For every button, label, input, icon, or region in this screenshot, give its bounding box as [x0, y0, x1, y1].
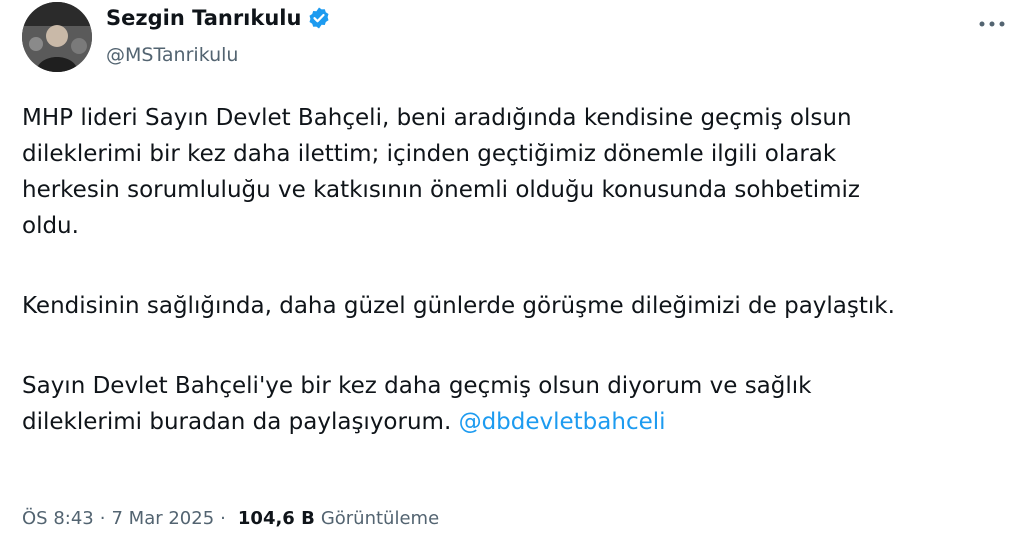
- more-options-icon[interactable]: [974, 14, 1010, 34]
- avatar-photo: [22, 2, 92, 72]
- tweet-time[interactable]: ÖS 8:43: [22, 508, 94, 529]
- avatar[interactable]: [22, 2, 92, 72]
- separator: ·: [220, 508, 226, 529]
- author-name[interactable]: Sezgin Tanrıkulu: [106, 6, 301, 30]
- tweet-date[interactable]: 7 Mar 2025: [111, 508, 214, 529]
- verified-badge-icon: [307, 6, 331, 30]
- author-handle[interactable]: @MSTanrikulu: [106, 44, 238, 66]
- views-count: 104,6 B: [237, 508, 315, 529]
- tweet-metadata: ÖS 8:43 · 7 Mar 2025 · 104,6 B Görüntüle…: [22, 508, 439, 529]
- tweet-paragraph-3: Sayın Devlet Bahçeli'ye bir kez daha geç…: [22, 368, 1012, 440]
- tweet-paragraph-1: MHP lideri Sayın Devlet Bahçeli, beni ar…: [22, 105, 860, 239]
- separator: ·: [99, 508, 106, 529]
- views-label: Görüntüleme: [320, 508, 440, 529]
- tweet-text: MHP lideri Sayın Devlet Bahçeli, beni ar…: [22, 100, 1012, 440]
- mention-link[interactable]: @dbdevletbahceli: [459, 409, 666, 435]
- tweet-paragraph-2: Kendisinin sağlığında, daha güzel günler…: [22, 293, 895, 319]
- tweet-paragraph-3-text: Sayın Devlet Bahçeli'ye bir kez daha geç…: [22, 373, 812, 435]
